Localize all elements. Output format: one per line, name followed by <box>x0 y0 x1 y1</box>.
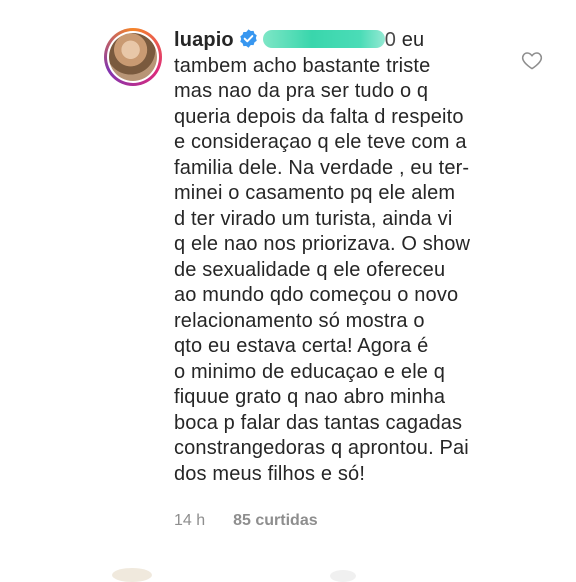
comment: luapio 0 eu tambem acho bastante triste … <box>0 0 576 560</box>
comment-text: tambem acho bastante triste mas nao da p… <box>174 54 471 485</box>
comment-body: luapio 0 eu tambem acho bastante triste … <box>174 28 504 487</box>
comment-first-line: luapio 0 eu <box>174 28 504 54</box>
avatar-ring-gap <box>107 31 159 83</box>
likes-count-link[interactable]: 85 curtidas <box>233 512 317 530</box>
mention-tail: 0 <box>384 29 397 51</box>
avatar[interactable] <box>104 28 162 86</box>
comment-meta: 14 h 85 curtidas <box>174 512 318 530</box>
redacted-mention[interactable] <box>262 30 385 48</box>
heart-outline-icon[interactable] <box>521 50 543 70</box>
comment-text-first: eu <box>396 29 425 51</box>
verified-badge-icon <box>240 29 257 48</box>
timestamp: 14 h <box>174 512 206 529</box>
avatar-photo <box>109 33 157 81</box>
next-comment-avatar-partial <box>112 568 152 582</box>
username-link[interactable]: luapio <box>174 29 234 51</box>
next-comment-text-partial <box>330 570 356 582</box>
